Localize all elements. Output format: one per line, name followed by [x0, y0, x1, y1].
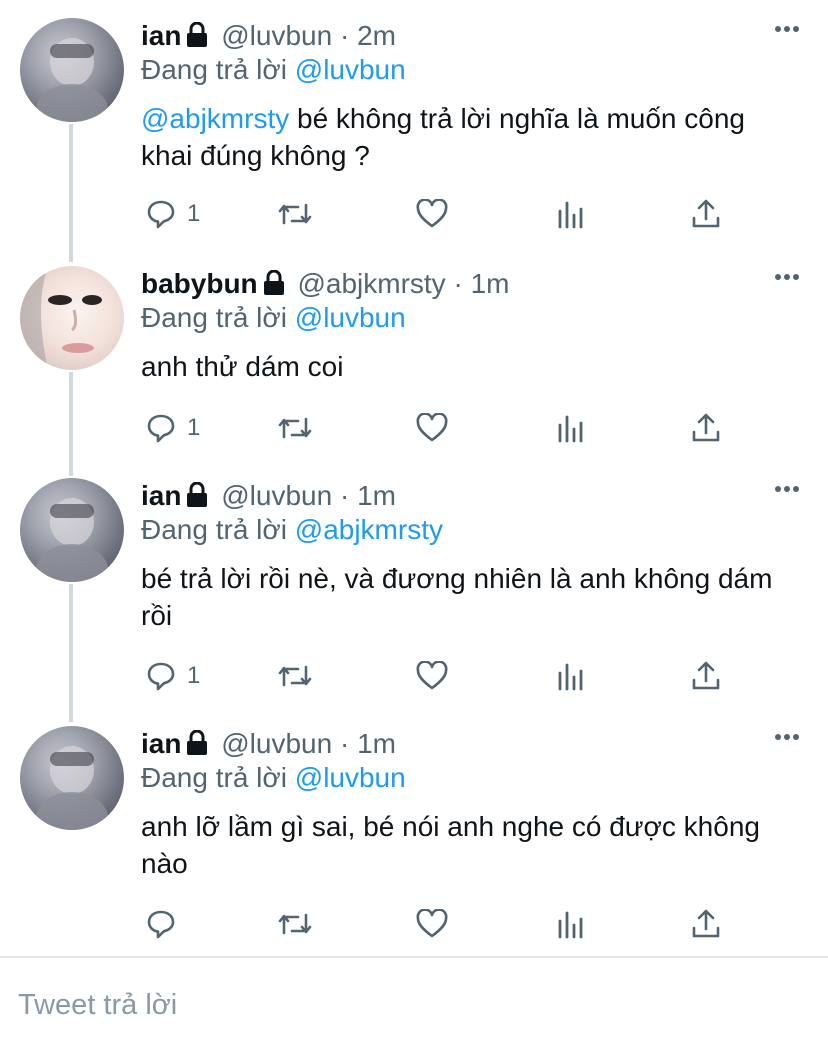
- reply-bar-divider: [0, 956, 828, 958]
- analytics-button[interactable]: [555, 410, 585, 446]
- retweet-icon: [277, 413, 313, 443]
- timestamp[interactable]: 2m: [357, 20, 396, 51]
- share-icon: [691, 908, 721, 940]
- tweet[interactable]: ian @luvbun · 1m Đang trả lời @luvbun an…: [0, 708, 828, 956]
- more-options-icon[interactable]: [774, 20, 800, 38]
- reply-button[interactable]: [145, 906, 187, 942]
- analytics-button[interactable]: [555, 906, 585, 942]
- tweet[interactable]: ian @luvbun · 2m Đang trả lời @luvbun @a…: [0, 0, 828, 250]
- analytics-icon: [555, 661, 585, 691]
- display-name[interactable]: ian: [141, 480, 181, 511]
- action-bar: 1: [141, 196, 741, 232]
- reply-icon: [145, 660, 177, 692]
- replying-prefix: Đang trả lời: [141, 514, 287, 545]
- tweet-text: bé trả lời rồi nè, và đương nhiên là anh…: [141, 563, 773, 631]
- analytics-button[interactable]: [555, 658, 585, 694]
- analytics-icon: [555, 199, 585, 229]
- timestamp[interactable]: 1m: [471, 268, 510, 299]
- tweet-text: anh thử dám coi: [141, 351, 344, 382]
- share-icon: [691, 412, 721, 444]
- reply-icon: [145, 412, 177, 444]
- heart-icon: [415, 413, 449, 443]
- replying-to: Đang trả lời @abjkmrsty: [141, 512, 443, 548]
- more-options-icon[interactable]: [774, 480, 800, 498]
- more-options-icon[interactable]: [774, 728, 800, 746]
- share-button[interactable]: [691, 658, 721, 694]
- tweet[interactable]: ian @luvbun · 1m Đang trả lời @abjkmrsty…: [0, 460, 828, 708]
- action-bar: [141, 906, 741, 942]
- avatar[interactable]: [20, 18, 124, 122]
- retweet-button[interactable]: [277, 658, 313, 694]
- handle[interactable]: @luvbun: [221, 20, 332, 51]
- reply-button[interactable]: 1: [145, 658, 200, 694]
- reply-count: 1: [187, 414, 201, 441]
- reply-input[interactable]: Tweet trả lời: [18, 985, 177, 1025]
- tweet[interactable]: babybun @abjkmrsty · 1m Đang trả lời @lu…: [0, 248, 828, 460]
- replying-to-link[interactable]: @luvbun: [295, 762, 406, 793]
- retweet-button[interactable]: [277, 196, 313, 232]
- timestamp[interactable]: 1m: [357, 728, 396, 759]
- like-button[interactable]: [415, 196, 449, 232]
- reply-icon: [145, 198, 177, 230]
- replying-to-link[interactable]: @luvbun: [295, 54, 406, 85]
- handle[interactable]: @luvbun: [221, 480, 332, 511]
- share-button[interactable]: [691, 410, 721, 446]
- like-button[interactable]: [415, 906, 449, 942]
- more-options-icon[interactable]: [774, 268, 800, 286]
- replying-prefix: Đang trả lời: [141, 762, 287, 793]
- share-button[interactable]: [691, 196, 721, 232]
- retweet-button[interactable]: [277, 410, 313, 446]
- handle[interactable]: @abjkmrsty: [297, 268, 445, 299]
- separator-dot: ·: [339, 480, 350, 511]
- replying-to-link[interactable]: @luvbun: [295, 302, 406, 333]
- retweet-icon: [277, 909, 313, 939]
- replying-to-link[interactable]: @abjkmrsty: [295, 514, 443, 545]
- mention-link[interactable]: @abjkmrsty: [141, 103, 289, 134]
- retweet-icon: [277, 199, 313, 229]
- avatar[interactable]: [20, 266, 124, 370]
- avatar[interactable]: [20, 478, 124, 582]
- heart-icon: [415, 661, 449, 691]
- retweet-icon: [277, 661, 313, 691]
- analytics-button[interactable]: [555, 196, 585, 232]
- reply-button[interactable]: 1: [145, 410, 200, 446]
- display-name[interactable]: ian: [141, 728, 181, 759]
- tweet-text: anh lỡ lầm gì sai, bé nói anh nghe có đư…: [141, 811, 760, 879]
- timestamp[interactable]: 1m: [357, 480, 396, 511]
- reply-count: 1: [187, 662, 201, 689]
- share-button[interactable]: [691, 906, 721, 942]
- avatar[interactable]: [20, 726, 124, 830]
- display-name[interactable]: babybun: [141, 268, 258, 299]
- replying-to: Đang trả lời @luvbun: [141, 760, 406, 796]
- heart-icon: [415, 199, 449, 229]
- like-button[interactable]: [415, 658, 449, 694]
- handle[interactable]: @luvbun: [221, 728, 332, 759]
- replying-prefix: Đang trả lời: [141, 54, 287, 85]
- replying-prefix: Đang trả lời: [141, 302, 287, 333]
- action-bar: 1: [141, 658, 741, 694]
- separator-dot: ·: [453, 268, 463, 299]
- reply-count: 1: [187, 200, 201, 227]
- retweet-button[interactable]: [277, 906, 313, 942]
- like-button[interactable]: [415, 410, 449, 446]
- display-name[interactable]: ian: [141, 20, 181, 51]
- action-bar: 1: [141, 410, 741, 446]
- replying-to: Đang trả lời @luvbun: [141, 52, 406, 88]
- separator-dot: ·: [339, 728, 350, 759]
- share-icon: [691, 660, 721, 692]
- tweet-text: @abjkmrsty bé không trả lời nghĩa là muố…: [141, 100, 791, 174]
- replying-to: Đang trả lời @luvbun: [141, 300, 406, 336]
- reply-icon: [145, 908, 177, 940]
- analytics-icon: [555, 413, 585, 443]
- analytics-icon: [555, 909, 585, 939]
- heart-icon: [415, 909, 449, 939]
- reply-button[interactable]: 1: [145, 196, 200, 232]
- separator-dot: ·: [339, 20, 350, 51]
- share-icon: [691, 198, 721, 230]
